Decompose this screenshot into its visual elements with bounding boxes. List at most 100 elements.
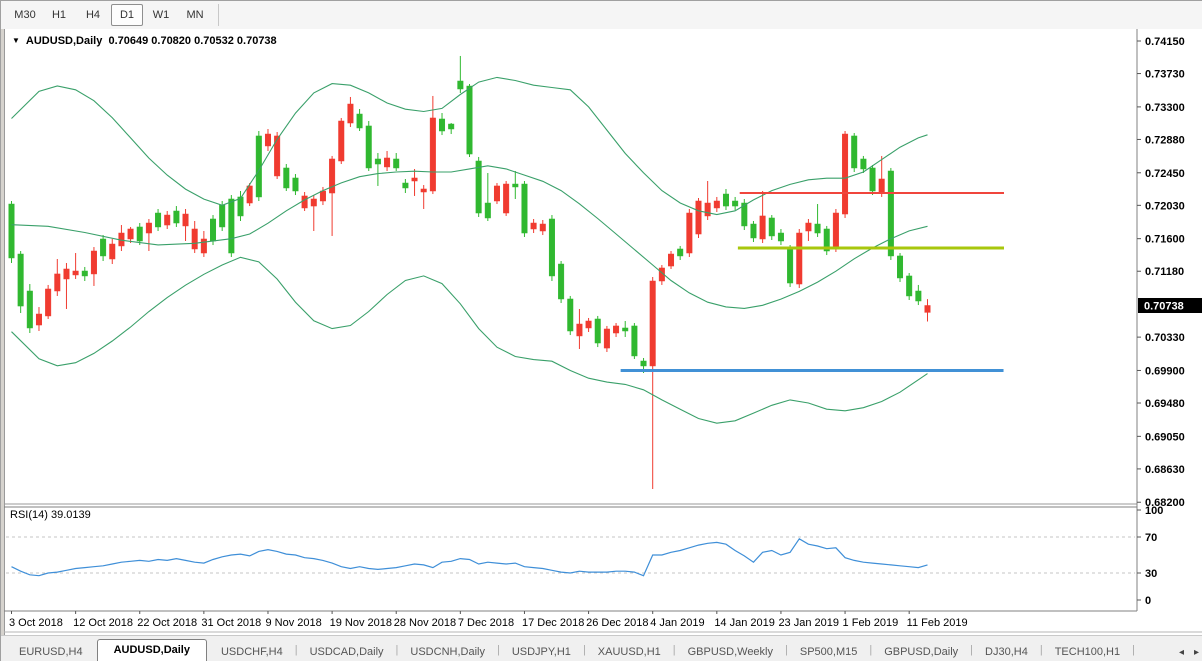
- time-tick-label: 31 Oct 2018: [201, 617, 261, 629]
- chart-tab-sp500-m15[interactable]: SP500,M15: [788, 642, 869, 661]
- toolbar-separator: [218, 4, 219, 26]
- candle-body: [668, 254, 674, 266]
- price-chart-canvas[interactable]: 0.741500.737300.733000.728800.724500.720…: [4, 29, 1202, 635]
- candle-body: [778, 233, 784, 241]
- candle-body: [513, 184, 519, 187]
- candle-body: [9, 204, 15, 258]
- time-tick-label: 4 Jan 2019: [650, 617, 704, 629]
- candle-body: [458, 81, 464, 89]
- chart-tabs: EURUSD,H4AUDUSD,DailyUSDCHF,H4|USDCAD,Da…: [7, 639, 1147, 661]
- candle-body: [769, 218, 775, 236]
- candle-body: [751, 224, 757, 238]
- candle-body: [348, 104, 354, 123]
- candle-body: [430, 118, 436, 191]
- chart-tab-tech100-h1[interactable]: TECH100,H1: [1043, 642, 1132, 661]
- candle-body: [174, 211, 180, 223]
- tab-scroll-right-icon[interactable]: ▸: [1194, 647, 1199, 658]
- candle-body: [467, 86, 473, 154]
- candle-body: [128, 229, 134, 239]
- candle-body: [604, 329, 610, 348]
- chart-tab-gbpusd-weekly[interactable]: GBPUSD,Weekly: [676, 642, 785, 661]
- candle-body: [421, 189, 427, 192]
- price-tick-label: 0.73300: [1145, 102, 1185, 114]
- candle-body: [732, 201, 738, 206]
- rsi-tick-label: 100: [1145, 505, 1163, 517]
- candle-body: [284, 168, 290, 188]
- candle-body: [833, 213, 839, 248]
- candle-body: [797, 233, 803, 284]
- candle-body: [210, 219, 216, 241]
- time-tick-label: 3 Oct 2018: [9, 617, 63, 629]
- candle-body: [45, 289, 51, 316]
- candle-body: [439, 119, 445, 131]
- candle-body: [393, 159, 399, 168]
- candle-body: [622, 328, 628, 331]
- candle-body: [183, 214, 189, 226]
- time-tick-label: 11 Feb 2019: [907, 617, 968, 629]
- candle-body: [897, 256, 903, 278]
- current-price-label: 0.70738: [1144, 300, 1184, 312]
- candle-body: [238, 197, 244, 216]
- candle-body: [549, 219, 555, 276]
- candle-body: [110, 244, 116, 259]
- candle-body: [293, 178, 299, 191]
- chart-tab-usdchf-h4[interactable]: USDCHF,H4: [209, 642, 295, 661]
- candle-body: [302, 196, 308, 208]
- candle-body: [641, 361, 647, 366]
- candle-body: [375, 159, 381, 164]
- chart-tab-dj30-h4[interactable]: DJ30,H4: [973, 642, 1040, 661]
- chart-tab-usdcnh-daily[interactable]: USDCNH,Daily: [398, 642, 497, 661]
- candle-body: [888, 171, 894, 256]
- candle-body: [494, 186, 500, 201]
- chart-tab-eurusd-h4[interactable]: EURUSD,H4: [7, 642, 95, 661]
- candle-body: [357, 114, 363, 128]
- chart-tab-xauusd-h1[interactable]: XAUUSD,H1: [586, 642, 673, 661]
- candle-body: [613, 326, 619, 333]
- chart-title-symbol: AUDUSD,Daily: [26, 35, 102, 47]
- timeframe-toolbar: M30H1H4D1W1MN: [1, 1, 1202, 30]
- tab-scroll-arrows: ◂ ▸: [1179, 647, 1199, 658]
- time-tick-label: 7 Dec 2018: [458, 617, 514, 629]
- time-tick-label: 9 Nov 2018: [265, 617, 321, 629]
- candle-body: [137, 227, 143, 241]
- price-tick-label: 0.69900: [1145, 365, 1185, 377]
- rsi-tick-label: 70: [1145, 532, 1157, 544]
- chart-window: 0.741500.737300.733000.728800.724500.720…: [1, 29, 1202, 635]
- chart-tab-usdcad-daily[interactable]: USDCAD,Daily: [298, 642, 396, 661]
- candle-body: [229, 199, 235, 253]
- candle-body: [723, 194, 729, 206]
- candle-body: [815, 224, 821, 233]
- time-tick-label: 23 Jan 2019: [778, 617, 839, 629]
- tab-scroll-left-icon[interactable]: ◂: [1179, 647, 1184, 658]
- candle-body: [73, 271, 79, 275]
- timeframe-button-d1[interactable]: D1: [111, 4, 143, 26]
- candle-body: [27, 291, 33, 328]
- chart-tab-ui[interactable]: UI: [1135, 642, 1147, 661]
- rsi-tick-label: 30: [1145, 568, 1157, 580]
- candle-body: [714, 201, 720, 208]
- rsi-indicator-label: RSI(14) 39.0139: [10, 509, 91, 521]
- chart-tab-gbpusd-daily[interactable]: GBPUSD,Daily: [872, 642, 970, 661]
- timeframe-button-mn[interactable]: MN: [179, 4, 211, 26]
- candle-body: [916, 291, 922, 301]
- timeframe-button-h4[interactable]: H4: [77, 4, 109, 26]
- candle-body: [906, 276, 912, 296]
- time-tick-label: 17 Dec 2018: [522, 617, 584, 629]
- candle-body: [851, 136, 857, 168]
- candle-body: [503, 184, 509, 213]
- chevron-down-icon[interactable]: ▼: [12, 36, 20, 45]
- candle-body: [448, 124, 454, 129]
- plot-background: [5, 29, 1202, 611]
- timeframe-button-h1[interactable]: H1: [43, 4, 75, 26]
- timeframe-button-m30[interactable]: M30: [9, 4, 41, 26]
- price-tick-label: 0.72880: [1145, 134, 1185, 146]
- time-tick-label: 22 Oct 2018: [137, 617, 197, 629]
- price-tick-label: 0.71180: [1145, 266, 1184, 278]
- rsi-tick-label: 0: [1145, 595, 1151, 607]
- timeframe-button-w1[interactable]: W1: [145, 4, 177, 26]
- candle-body: [586, 321, 592, 328]
- chart-tab-bar: EURUSD,H4AUDUSD,DailyUSDCHF,H4|USDCAD,Da…: [1, 635, 1202, 661]
- chart-tab-audusd-daily[interactable]: AUDUSD,Daily: [97, 639, 207, 661]
- time-tick-label: 1 Feb 2019: [843, 617, 899, 629]
- chart-tab-usdjpy-h1[interactable]: USDJPY,H1: [500, 642, 583, 661]
